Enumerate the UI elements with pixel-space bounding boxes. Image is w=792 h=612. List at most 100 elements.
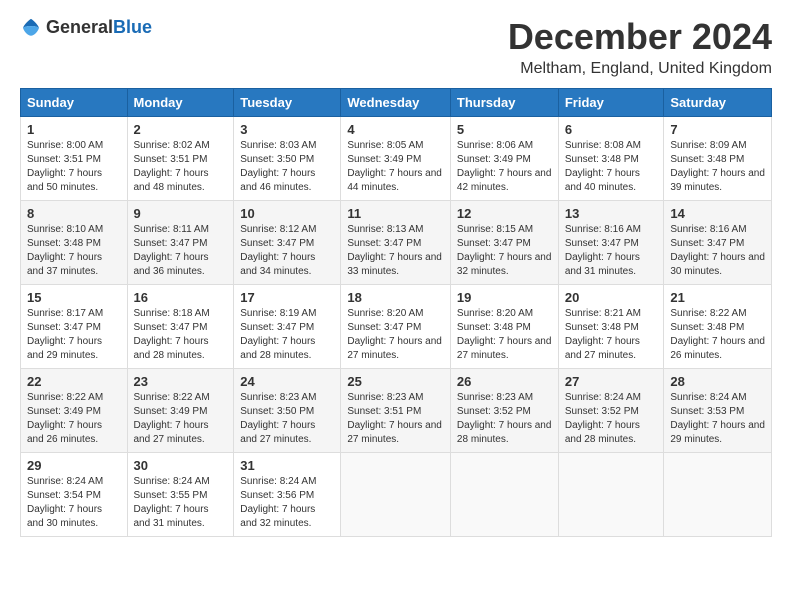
col-wednesday: Wednesday: [341, 89, 451, 117]
day-cell: 28 Sunrise: 8:24 AM Sunset: 3:53 PM Dayl…: [664, 369, 772, 453]
day-cell: 7 Sunrise: 8:09 AM Sunset: 3:48 PM Dayli…: [664, 117, 772, 201]
col-monday: Monday: [127, 89, 234, 117]
logo-text: GeneralBlue: [46, 17, 152, 38]
day-cell: 18 Sunrise: 8:20 AM Sunset: 3:47 PM Dayl…: [341, 285, 451, 369]
day-number: 20: [565, 290, 658, 305]
day-cell: 25 Sunrise: 8:23 AM Sunset: 3:51 PM Dayl…: [341, 369, 451, 453]
header-row: Sunday Monday Tuesday Wednesday Thursday…: [21, 89, 772, 117]
day-number: 16: [134, 290, 228, 305]
day-cell: 9 Sunrise: 8:11 AM Sunset: 3:47 PM Dayli…: [127, 201, 234, 285]
day-cell: [558, 453, 664, 537]
col-friday: Friday: [558, 89, 664, 117]
col-saturday: Saturday: [664, 89, 772, 117]
day-number: 4: [347, 122, 444, 137]
day-info: Sunrise: 8:09 AM Sunset: 3:48 PM Dayligh…: [670, 139, 765, 195]
day-cell: 27 Sunrise: 8:24 AM Sunset: 3:52 PM Dayl…: [558, 369, 664, 453]
day-cell: 17 Sunrise: 8:19 AM Sunset: 3:47 PM Dayl…: [234, 285, 341, 369]
day-info: Sunrise: 8:00 AM Sunset: 3:51 PM Dayligh…: [27, 139, 121, 195]
day-info: Sunrise: 8:24 AM Sunset: 3:55 PM Dayligh…: [134, 475, 228, 531]
day-cell: 8 Sunrise: 8:10 AM Sunset: 3:48 PM Dayli…: [21, 201, 128, 285]
day-number: 14: [670, 206, 765, 221]
logo-icon: [20, 16, 42, 38]
day-cell: 29 Sunrise: 8:24 AM Sunset: 3:54 PM Dayl…: [21, 453, 128, 537]
day-number: 18: [347, 290, 444, 305]
day-number: 22: [27, 374, 121, 389]
day-cell: 11 Sunrise: 8:13 AM Sunset: 3:47 PM Dayl…: [341, 201, 451, 285]
logo-general: General: [46, 17, 113, 37]
day-info: Sunrise: 8:08 AM Sunset: 3:48 PM Dayligh…: [565, 139, 658, 195]
day-cell: 22 Sunrise: 8:22 AM Sunset: 3:49 PM Dayl…: [21, 369, 128, 453]
day-number: 9: [134, 206, 228, 221]
day-number: 25: [347, 374, 444, 389]
day-cell: 5 Sunrise: 8:06 AM Sunset: 3:49 PM Dayli…: [450, 117, 558, 201]
day-info: Sunrise: 8:05 AM Sunset: 3:49 PM Dayligh…: [347, 139, 444, 195]
day-info: Sunrise: 8:24 AM Sunset: 3:52 PM Dayligh…: [565, 391, 658, 447]
day-info: Sunrise: 8:03 AM Sunset: 3:50 PM Dayligh…: [240, 139, 334, 195]
day-cell: 19 Sunrise: 8:20 AM Sunset: 3:48 PM Dayl…: [450, 285, 558, 369]
day-cell: 21 Sunrise: 8:22 AM Sunset: 3:48 PM Dayl…: [664, 285, 772, 369]
day-number: 1: [27, 122, 121, 137]
day-info: Sunrise: 8:10 AM Sunset: 3:48 PM Dayligh…: [27, 223, 121, 279]
col-thursday: Thursday: [450, 89, 558, 117]
month-title: December 2024: [508, 16, 772, 58]
week-row-1: 1 Sunrise: 8:00 AM Sunset: 3:51 PM Dayli…: [21, 117, 772, 201]
day-cell: 10 Sunrise: 8:12 AM Sunset: 3:47 PM Dayl…: [234, 201, 341, 285]
day-number: 30: [134, 458, 228, 473]
day-cell: [450, 453, 558, 537]
day-number: 11: [347, 206, 444, 221]
day-info: Sunrise: 8:23 AM Sunset: 3:50 PM Dayligh…: [240, 391, 334, 447]
day-number: 21: [670, 290, 765, 305]
day-number: 17: [240, 290, 334, 305]
day-info: Sunrise: 8:11 AM Sunset: 3:47 PM Dayligh…: [134, 223, 228, 279]
day-info: Sunrise: 8:17 AM Sunset: 3:47 PM Dayligh…: [27, 307, 121, 363]
logo: GeneralBlue: [20, 16, 152, 38]
calendar-table: Sunday Monday Tuesday Wednesday Thursday…: [20, 88, 772, 537]
week-row-5: 29 Sunrise: 8:24 AM Sunset: 3:54 PM Dayl…: [21, 453, 772, 537]
day-cell: 20 Sunrise: 8:21 AM Sunset: 3:48 PM Dayl…: [558, 285, 664, 369]
day-cell: 1 Sunrise: 8:00 AM Sunset: 3:51 PM Dayli…: [21, 117, 128, 201]
day-cell: [341, 453, 451, 537]
day-info: Sunrise: 8:20 AM Sunset: 3:47 PM Dayligh…: [347, 307, 444, 363]
day-info: Sunrise: 8:24 AM Sunset: 3:56 PM Dayligh…: [240, 475, 334, 531]
day-info: Sunrise: 8:22 AM Sunset: 3:48 PM Dayligh…: [670, 307, 765, 363]
day-number: 10: [240, 206, 334, 221]
day-number: 15: [27, 290, 121, 305]
day-info: Sunrise: 8:16 AM Sunset: 3:47 PM Dayligh…: [565, 223, 658, 279]
page-header: GeneralBlue December 2024 Meltham, Engla…: [20, 16, 772, 78]
day-number: 13: [565, 206, 658, 221]
day-number: 5: [457, 122, 552, 137]
day-info: Sunrise: 8:18 AM Sunset: 3:47 PM Dayligh…: [134, 307, 228, 363]
day-cell: 24 Sunrise: 8:23 AM Sunset: 3:50 PM Dayl…: [234, 369, 341, 453]
day-info: Sunrise: 8:23 AM Sunset: 3:52 PM Dayligh…: [457, 391, 552, 447]
day-number: 3: [240, 122, 334, 137]
day-cell: 3 Sunrise: 8:03 AM Sunset: 3:50 PM Dayli…: [234, 117, 341, 201]
day-info: Sunrise: 8:15 AM Sunset: 3:47 PM Dayligh…: [457, 223, 552, 279]
day-number: 27: [565, 374, 658, 389]
day-info: Sunrise: 8:24 AM Sunset: 3:53 PM Dayligh…: [670, 391, 765, 447]
day-number: 29: [27, 458, 121, 473]
day-info: Sunrise: 8:06 AM Sunset: 3:49 PM Dayligh…: [457, 139, 552, 195]
week-row-3: 15 Sunrise: 8:17 AM Sunset: 3:47 PM Dayl…: [21, 285, 772, 369]
col-sunday: Sunday: [21, 89, 128, 117]
day-info: Sunrise: 8:12 AM Sunset: 3:47 PM Dayligh…: [240, 223, 334, 279]
day-cell: 4 Sunrise: 8:05 AM Sunset: 3:49 PM Dayli…: [341, 117, 451, 201]
day-number: 7: [670, 122, 765, 137]
day-number: 6: [565, 122, 658, 137]
week-row-2: 8 Sunrise: 8:10 AM Sunset: 3:48 PM Dayli…: [21, 201, 772, 285]
day-number: 31: [240, 458, 334, 473]
col-tuesday: Tuesday: [234, 89, 341, 117]
day-cell: 6 Sunrise: 8:08 AM Sunset: 3:48 PM Dayli…: [558, 117, 664, 201]
day-cell: 16 Sunrise: 8:18 AM Sunset: 3:47 PM Dayl…: [127, 285, 234, 369]
week-row-4: 22 Sunrise: 8:22 AM Sunset: 3:49 PM Dayl…: [21, 369, 772, 453]
day-cell: 26 Sunrise: 8:23 AM Sunset: 3:52 PM Dayl…: [450, 369, 558, 453]
day-info: Sunrise: 8:16 AM Sunset: 3:47 PM Dayligh…: [670, 223, 765, 279]
day-info: Sunrise: 8:22 AM Sunset: 3:49 PM Dayligh…: [134, 391, 228, 447]
day-number: 23: [134, 374, 228, 389]
day-info: Sunrise: 8:21 AM Sunset: 3:48 PM Dayligh…: [565, 307, 658, 363]
day-number: 19: [457, 290, 552, 305]
day-cell: 2 Sunrise: 8:02 AM Sunset: 3:51 PM Dayli…: [127, 117, 234, 201]
day-cell: 31 Sunrise: 8:24 AM Sunset: 3:56 PM Dayl…: [234, 453, 341, 537]
day-info: Sunrise: 8:22 AM Sunset: 3:49 PM Dayligh…: [27, 391, 121, 447]
day-cell: 23 Sunrise: 8:22 AM Sunset: 3:49 PM Dayl…: [127, 369, 234, 453]
day-info: Sunrise: 8:02 AM Sunset: 3:51 PM Dayligh…: [134, 139, 228, 195]
